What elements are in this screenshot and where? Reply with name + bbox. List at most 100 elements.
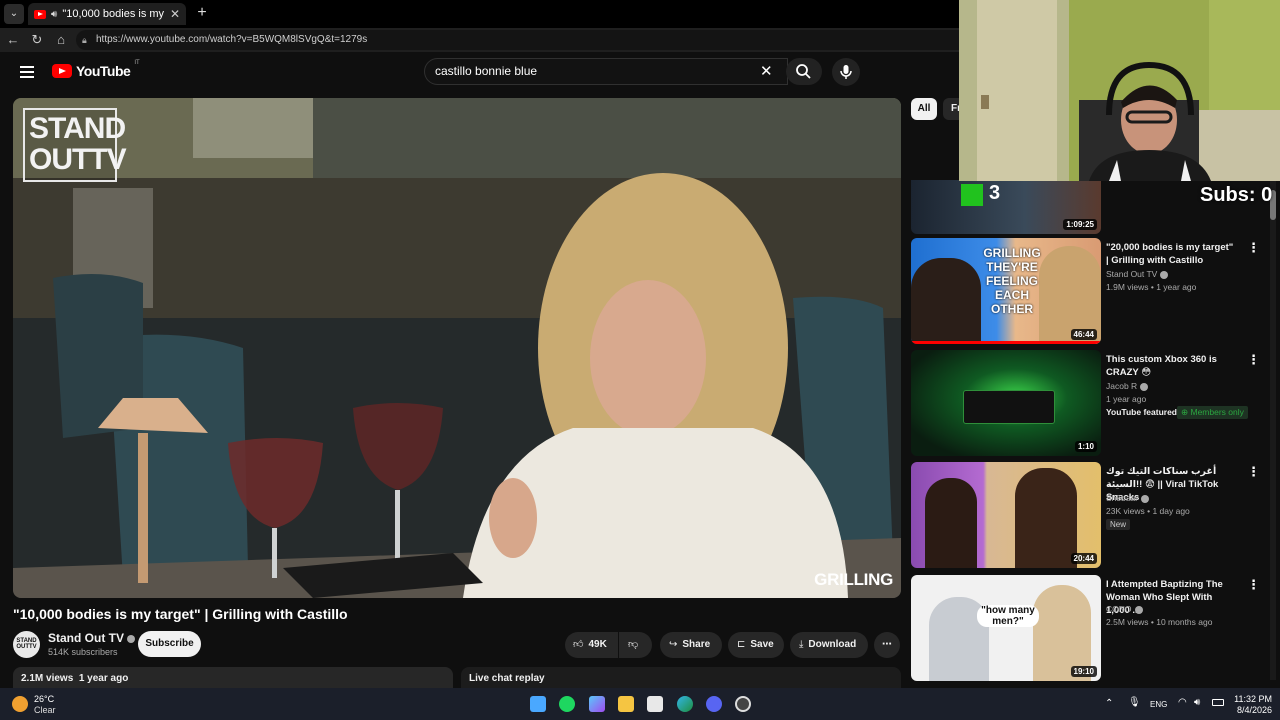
microphone-icon bbox=[840, 65, 852, 79]
watch-progress-bar bbox=[911, 341, 1101, 344]
channel-name: Sh5baar bbox=[1106, 493, 1139, 503]
featured-label: YouTube featured bbox=[1106, 407, 1177, 417]
share-label: Share bbox=[682, 639, 711, 650]
lock-icon: 🔒︎ bbox=[82, 35, 87, 45]
more-dots-icon: ⋯ bbox=[882, 639, 892, 650]
show-hidden-icons-chevron-icon[interactable]: ⌃ bbox=[1105, 698, 1113, 709]
youtube-country-code: IT bbox=[134, 60, 140, 66]
recommendation-channel: Stand Out TV bbox=[1106, 269, 1169, 279]
recommendation-item[interactable]: 1:10 This custom Xbox 360 is CRAZY 😳 Jac… bbox=[911, 350, 1271, 456]
download-label: Download bbox=[808, 639, 857, 650]
chip-all[interactable]: All bbox=[911, 98, 937, 120]
thumbnail-person-right bbox=[1015, 468, 1077, 568]
share-button[interactable]: ↪ Share bbox=[660, 632, 722, 658]
search-input[interactable]: castillo bonnie blue bbox=[424, 58, 788, 85]
thumbnail-person-left bbox=[911, 258, 981, 344]
download-button[interactable]: ⤓ Download bbox=[790, 632, 868, 658]
sidebar-scrollbar[interactable] bbox=[1270, 180, 1276, 680]
members-only-text: Members only bbox=[1190, 407, 1244, 417]
obs-studio-icon[interactable] bbox=[735, 696, 751, 712]
more-options-icon[interactable]: ⋮ bbox=[1247, 464, 1260, 480]
live-chat-replay-panel[interactable]: Live chat replay bbox=[461, 667, 901, 689]
microsoft-store-icon[interactable] bbox=[647, 696, 663, 712]
save-button[interactable]: ⊏ Save bbox=[728, 632, 784, 658]
search-clear-icon[interactable]: ✕ bbox=[760, 64, 773, 79]
channel-name-link[interactable]: Stand Out TV bbox=[48, 631, 135, 645]
clock-date[interactable]: 8/4/2026 bbox=[1232, 705, 1272, 715]
menu-hamburger-icon[interactable] bbox=[20, 66, 34, 78]
video-thumbnail: 3 1:09:25 bbox=[911, 180, 1101, 234]
like-button[interactable]: 👍︎ 49K bbox=[565, 632, 618, 658]
more-options-icon[interactable]: ⋮ bbox=[1247, 240, 1260, 256]
copilot-icon[interactable] bbox=[589, 696, 605, 712]
video-duration: 19:10 bbox=[1070, 666, 1097, 677]
browser-tab-active[interactable]: 🔊︎ "10,000 bodies is my target" | Grilli… bbox=[28, 3, 186, 25]
new-tab-button[interactable]: + bbox=[192, 4, 212, 22]
tab-close-icon[interactable]: ✕ bbox=[170, 7, 180, 21]
search-button[interactable] bbox=[786, 58, 822, 85]
weather-moon-icon[interactable] bbox=[12, 696, 28, 712]
description-box[interactable]: 2.1M views 1 year ago bbox=[13, 667, 453, 689]
input-language[interactable]: ENG bbox=[1150, 700, 1167, 709]
tab-actions-menu-button[interactable]: ⌄ bbox=[4, 4, 24, 24]
verified-icon bbox=[1160, 270, 1169, 279]
home-icon[interactable]: ⌂ bbox=[52, 32, 70, 48]
voice-search-button[interactable] bbox=[832, 58, 860, 86]
edge-browser-icon[interactable] bbox=[677, 696, 693, 712]
recommendation-meta: 1 year ago bbox=[1106, 394, 1147, 404]
recommendation-item[interactable]: GRILLING THEY'RE FEELING EACH OTHER 46:4… bbox=[911, 238, 1271, 344]
reload-icon[interactable]: ↻ bbox=[28, 32, 46, 48]
speaker-icon[interactable]: 🔊︎ bbox=[51, 9, 57, 20]
tab-title: "10,000 bodies is my target" | Grilling … bbox=[62, 8, 165, 20]
url-field[interactable]: 🔒︎ https://www.youtube.com/watch?v=B5WQM… bbox=[76, 30, 976, 50]
more-options-icon[interactable]: ⋮ bbox=[1247, 352, 1260, 368]
recommendation-item[interactable]: 20:44 أغرب سناكات التيك توك السيئة!! 😨 |… bbox=[911, 462, 1271, 568]
save-label: Save bbox=[750, 639, 774, 650]
view-count: 2.1M views bbox=[21, 673, 74, 684]
verified-icon bbox=[127, 634, 135, 643]
discord-icon[interactable] bbox=[706, 696, 722, 712]
like-count: 49K bbox=[588, 639, 607, 650]
dislike-button[interactable]: 👎︎ bbox=[619, 632, 652, 658]
recommendation-title: This custom Xbox 360 is CRAZY 😳 bbox=[1106, 354, 1217, 378]
show-watermark: GRILLING bbox=[814, 570, 893, 589]
microphone-tray-icon[interactable]: 🎙︎ bbox=[1128, 697, 1141, 708]
file-explorer-icon[interactable] bbox=[618, 696, 634, 712]
channel-watermark-logo: STAND OUTTV bbox=[23, 108, 127, 182]
subscribe-button[interactable]: Subscribe bbox=[138, 631, 201, 657]
more-options-icon[interactable]: ⋮ bbox=[1247, 577, 1260, 593]
channel-name: Stand Out TV bbox=[48, 631, 124, 645]
video-duration: 1:09:25 bbox=[1063, 219, 1097, 230]
kick-logo-icon bbox=[961, 184, 983, 206]
channel-avatar[interactable]: STAND OUTTV bbox=[13, 631, 40, 658]
back-arrow-icon[interactable]: ← bbox=[4, 32, 22, 48]
battery-icon[interactable] bbox=[1212, 699, 1224, 706]
windows-taskbar: 26°C Clear ⌃ 🎙︎ ENG ◠ 🔊︎ 11:32 PM 8/4/20… bbox=[0, 688, 1280, 720]
recommendation-channel: CONO bbox=[1106, 604, 1143, 614]
recommendation-channel: Jacob R bbox=[1106, 381, 1149, 391]
weather-condition[interactable]: Clear bbox=[34, 705, 56, 715]
wifi-icon[interactable]: ◠ bbox=[1178, 697, 1187, 708]
clock-time[interactable]: 11:32 PM bbox=[1232, 694, 1272, 704]
webcam-feed-image bbox=[959, 0, 1280, 181]
recommendation-title: "20,000 bodies is my target" | Grilling … bbox=[1106, 242, 1234, 266]
youtube-logo[interactable]: YouTube IT bbox=[52, 60, 140, 79]
video-duration: 46:44 bbox=[1070, 329, 1097, 340]
more-actions-button[interactable]: ⋯ bbox=[874, 632, 900, 658]
volume-icon[interactable]: 🔊︎ bbox=[1194, 697, 1200, 708]
verified-icon bbox=[1141, 494, 1150, 503]
youtube-favicon-icon bbox=[34, 9, 46, 19]
weather-temperature[interactable]: 26°C bbox=[34, 694, 54, 704]
thumbnail-person-left bbox=[925, 478, 977, 568]
youtube-play-icon bbox=[52, 64, 72, 78]
spotify-icon[interactable] bbox=[559, 696, 575, 712]
thumbs-down-icon: 👎︎ bbox=[628, 639, 639, 650]
video-player[interactable]: STAND OUTTV GRILLING bbox=[13, 98, 901, 598]
recommendation-channel: Sh5baar bbox=[1106, 493, 1150, 503]
url-text: https://www.youtube.com/watch?v=B5WQM8lS… bbox=[96, 34, 368, 45]
thumbnail-console bbox=[963, 390, 1055, 424]
verified-icon bbox=[1140, 382, 1149, 391]
channel-subscriber-count: 514K subscribers bbox=[48, 647, 118, 657]
start-windows-icon[interactable] bbox=[530, 696, 546, 712]
recommendation-item[interactable]: "how many men?" 19:10 I Attempted Baptiz… bbox=[911, 575, 1271, 681]
